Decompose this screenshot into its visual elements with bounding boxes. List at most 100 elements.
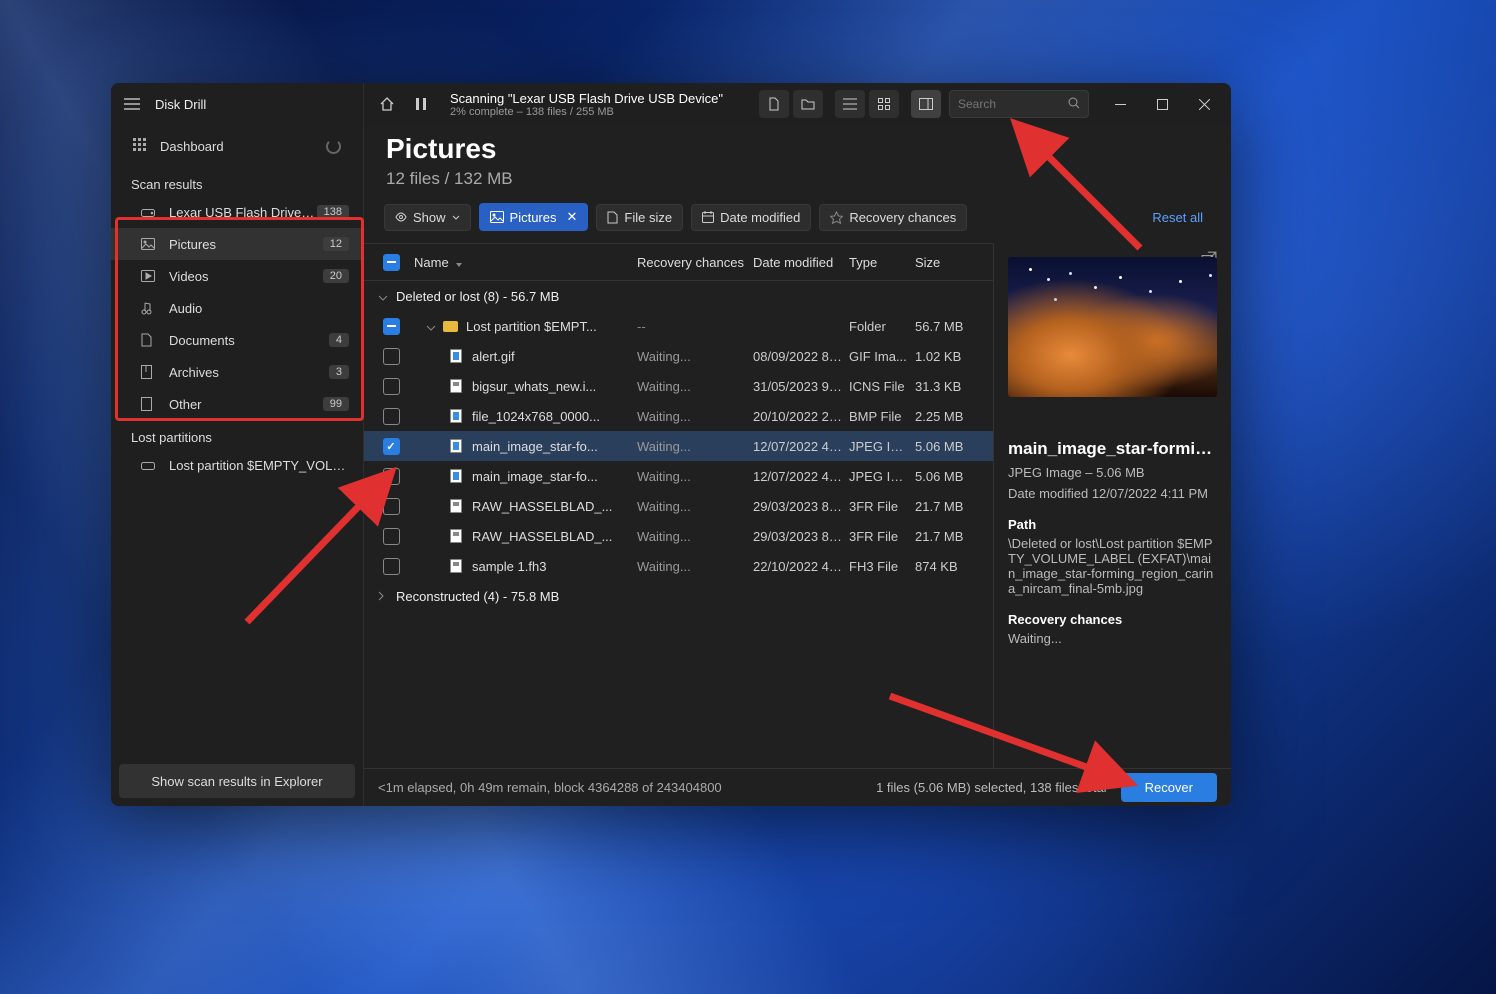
lost-partitions-section: Lost partitions xyxy=(111,420,363,449)
close-icon[interactable]: ✕ xyxy=(567,209,578,225)
file-checkbox[interactable] xyxy=(383,528,400,545)
preview-path-value: \Deleted or lost\Lost partition $EMPTY_V… xyxy=(1008,536,1217,596)
select-all-checkbox[interactable] xyxy=(383,254,400,271)
file-row[interactable]: file_1024x768_0000...Waiting...20/10/202… xyxy=(364,401,993,431)
file-checkbox[interactable] xyxy=(383,468,400,485)
preview-image xyxy=(1008,257,1217,397)
drive-icon xyxy=(141,207,157,217)
sidebar-drive[interactable]: Lexar USB Flash Drive U... 138 xyxy=(111,196,363,228)
file-icon xyxy=(448,348,464,364)
folder-row[interactable]: Lost partition $EMPT... -- Folder 56.7 M… xyxy=(364,311,993,341)
maximize-button[interactable] xyxy=(1141,83,1183,125)
file-row[interactable]: main_image_star-fo...Waiting...12/07/202… xyxy=(364,461,993,491)
list-view-button[interactable] xyxy=(835,90,865,118)
grid-icon xyxy=(133,138,146,154)
other-icon xyxy=(141,397,157,411)
column-recovery[interactable]: Recovery chances xyxy=(637,255,753,270)
audio-icon xyxy=(141,301,157,315)
show-dropdown[interactable]: Show xyxy=(384,204,471,231)
search-icon xyxy=(1068,97,1080,112)
preview-panel: main_image_star-forming_r... JPEG Image … xyxy=(993,243,1231,768)
file-row[interactable]: alert.gifWaiting...08/09/2022 8:07...GIF… xyxy=(364,341,993,371)
file-view-button[interactable] xyxy=(759,90,789,118)
file-checkbox[interactable] xyxy=(383,438,400,455)
main-content: Scanning "Lexar USB Flash Drive USB Devi… xyxy=(364,83,1231,806)
file-checkbox[interactable] xyxy=(383,348,400,365)
dashboard-button[interactable]: Dashboard xyxy=(111,125,363,167)
chevron-down-icon xyxy=(378,289,396,304)
menu-icon[interactable] xyxy=(119,91,145,117)
search-box[interactable] xyxy=(949,90,1089,118)
spinner-icon xyxy=(326,139,341,154)
sidebar: Disk Drill Dashboard Scan results Lexar … xyxy=(111,83,364,806)
file-row[interactable]: RAW_HASSELBLAD_...Waiting...29/03/2023 8… xyxy=(364,521,993,551)
file-row[interactable]: bigsur_whats_new.i...Waiting...31/05/202… xyxy=(364,371,993,401)
file-checkbox[interactable] xyxy=(383,558,400,575)
sidebar-archives[interactable]: Archives 3 xyxy=(111,356,363,388)
sidebar-other[interactable]: Other 99 xyxy=(111,388,363,420)
sidebar-audio[interactable]: Audio xyxy=(111,292,363,324)
file-row[interactable]: main_image_star-fo...Waiting...12/07/202… xyxy=(364,431,993,461)
close-button[interactable] xyxy=(1183,83,1225,125)
filter-filesize[interactable]: File size xyxy=(596,204,683,231)
content-title: Pictures xyxy=(386,133,1209,165)
sidebar-documents[interactable]: Documents 4 xyxy=(111,324,363,356)
show-in-explorer-button[interactable]: Show scan results in Explorer xyxy=(119,764,355,798)
column-name[interactable]: Name xyxy=(414,255,449,270)
drive-icon xyxy=(141,460,157,470)
preview-recovery-label: Recovery chances xyxy=(1008,612,1217,627)
group-deleted[interactable]: Deleted or lost (8) - 56.7 MB xyxy=(364,281,993,311)
content-subtitle: 12 files / 132 MB xyxy=(386,169,1209,189)
group-reconstructed[interactable]: Reconstructed (4) - 75.8 MB xyxy=(364,581,993,611)
sidebar-pictures[interactable]: Pictures 12 xyxy=(111,228,363,260)
chevron-right-icon xyxy=(378,589,396,604)
file-icon xyxy=(448,468,464,484)
search-input[interactable] xyxy=(958,97,1062,111)
picture-icon xyxy=(141,238,157,250)
document-icon xyxy=(141,333,157,347)
file-row[interactable]: RAW_HASSELBLAD_...Waiting...29/03/2023 8… xyxy=(364,491,993,521)
preview-recovery-value: Waiting... xyxy=(1008,631,1217,646)
status-left: <1m elapsed, 0h 49m remain, block 436428… xyxy=(378,780,722,795)
sort-icon xyxy=(455,257,463,267)
status-selection: 1 files (5.06 MB) selected, 138 files to… xyxy=(876,780,1107,795)
folder-view-button[interactable] xyxy=(793,90,823,118)
file-icon xyxy=(448,498,464,514)
column-date[interactable]: Date modified xyxy=(753,255,849,270)
sidebar-videos[interactable]: Videos 20 xyxy=(111,260,363,292)
file-checkbox[interactable] xyxy=(383,378,400,395)
archive-icon xyxy=(141,365,157,379)
filter-datemodified[interactable]: Date modified xyxy=(691,204,811,231)
sidebar-lost-partition[interactable]: Lost partition $EMPTY_VOLU... xyxy=(111,449,363,481)
home-button[interactable] xyxy=(370,87,404,121)
app-title: Disk Drill xyxy=(155,97,206,112)
folder-icon xyxy=(442,318,458,334)
preview-type-size: JPEG Image – 5.06 MB xyxy=(1008,465,1217,480)
scan-results-section: Scan results xyxy=(111,167,363,196)
file-icon xyxy=(448,558,464,574)
scan-title: Scanning "Lexar USB Flash Drive USB Devi… xyxy=(450,91,723,106)
recover-button[interactable]: Recover xyxy=(1121,773,1217,802)
panel-view-button[interactable] xyxy=(911,90,941,118)
preview-date: Date modified 12/07/2022 4:11 PM xyxy=(1008,486,1217,501)
file-checkbox[interactable] xyxy=(383,498,400,515)
column-type[interactable]: Type xyxy=(849,255,915,270)
reset-all-button[interactable]: Reset all xyxy=(1152,210,1211,225)
chevron-down-icon xyxy=(452,215,460,220)
filter-recovery[interactable]: Recovery chances xyxy=(819,204,967,231)
status-bar: <1m elapsed, 0h 49m remain, block 436428… xyxy=(364,768,1231,806)
column-size[interactable]: Size xyxy=(915,255,993,270)
filter-pictures[interactable]: Pictures ✕ xyxy=(479,203,589,231)
preview-title: main_image_star-forming_r... xyxy=(1008,439,1217,459)
grid-view-button[interactable] xyxy=(869,90,899,118)
video-icon xyxy=(141,270,157,282)
app-window: Disk Drill Dashboard Scan results Lexar … xyxy=(111,83,1231,806)
preview-path-label: Path xyxy=(1008,517,1217,532)
file-checkbox[interactable] xyxy=(383,408,400,425)
file-table: Name Recovery chances Date modified Type… xyxy=(364,243,993,768)
pause-button[interactable] xyxy=(404,87,438,121)
scan-progress: 2% complete – 138 files / 255 MB xyxy=(450,106,723,118)
file-row[interactable]: sample 1.fh3Waiting...22/10/2022 4:04...… xyxy=(364,551,993,581)
folder-checkbox[interactable] xyxy=(383,318,400,335)
minimize-button[interactable] xyxy=(1099,83,1141,125)
